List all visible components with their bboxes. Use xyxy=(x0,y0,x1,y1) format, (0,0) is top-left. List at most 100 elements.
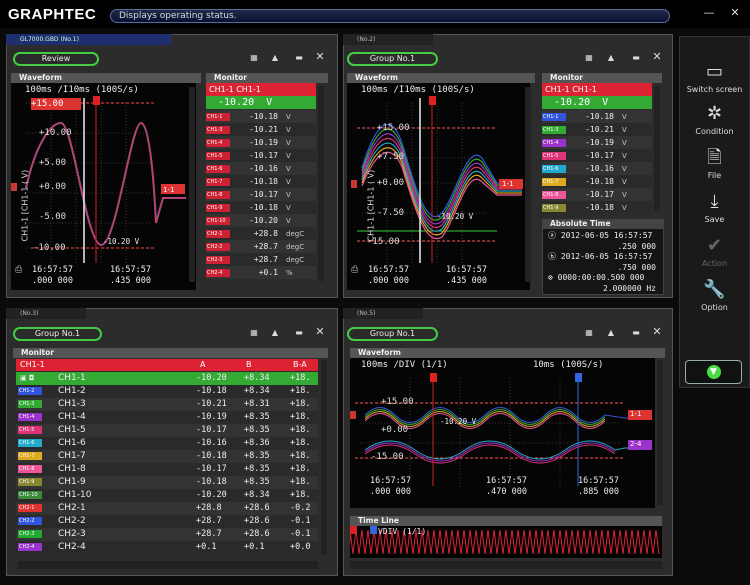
monitor-row[interactable]: CH1-7 -10.18 V xyxy=(206,175,316,188)
table-scrollbar-h[interactable] xyxy=(18,561,318,569)
monitor-row[interactable]: CH1-5 -10.17 V xyxy=(206,149,316,162)
monitor-row[interactable]: CH1-10 -10.20 V xyxy=(206,214,316,227)
waveform-scrollbar-5[interactable] xyxy=(657,360,663,505)
print-icon[interactable]: ⎙ xyxy=(351,265,358,275)
window-icon[interactable]: ▬ xyxy=(293,328,305,338)
table-row-selected[interactable]: ▣ ◘ CH1-1 -10.20 +8.34 +18. xyxy=(16,372,318,385)
group-button-3[interactable]: Group No.1 xyxy=(13,327,102,341)
bell-icon[interactable]: ▲ xyxy=(269,328,281,338)
monitor-row[interactable]: CH1-8 -10.17 V xyxy=(542,188,652,201)
value-a: -10.17 xyxy=(196,425,227,435)
monitor-row[interactable]: CH1-6 -10.16 V xyxy=(206,162,316,175)
monitor-row[interactable]: CH1-3 -10.21 V xyxy=(542,123,652,136)
close-icon[interactable]: ✕ xyxy=(651,326,663,337)
table-row[interactable]: CH1-10 CH1-10 -10.20 +8.34 +18. xyxy=(16,489,318,502)
channel-name: CH1-8 xyxy=(58,464,86,474)
timebase-label: 100ms /I10ms (100S/s) xyxy=(25,85,139,95)
monitor-row[interactable]: CH1-8 -10.17 V xyxy=(206,188,316,201)
table-row[interactable]: CH1-4 CH1-4 -10.19 +8.35 +18. xyxy=(16,411,318,424)
close-button[interactable]: ✕ xyxy=(726,5,744,21)
group-button-5[interactable]: Group No.1 xyxy=(347,327,438,341)
monitor-row[interactable]: CH2-2 +28.7 degC xyxy=(206,240,316,253)
table-row[interactable]: CH1-9 CH1-9 -10.18 +8.35 +18. xyxy=(16,476,318,489)
monitor-row[interactable]: CH1-7 -10.18 V xyxy=(542,175,652,188)
channel-chip: CH1-7 xyxy=(206,177,230,186)
channel-value: -10.19 xyxy=(249,138,278,147)
channel-name: CH1-9 xyxy=(58,477,86,487)
channel-name: CH2-2 xyxy=(58,516,86,526)
waveform-scrollbar-2[interactable] xyxy=(525,87,531,282)
review-button[interactable]: Review xyxy=(13,52,99,66)
monitor-row[interactable]: CH1-9 -10.18 V xyxy=(206,201,316,214)
channel-value: +0.1 xyxy=(258,268,278,277)
value-b-minus-a: +18. xyxy=(290,373,311,383)
channel-chip: CH1-2 xyxy=(18,387,42,395)
value-b-minus-a: +18. xyxy=(290,399,311,409)
close-icon[interactable]: ✕ xyxy=(651,51,663,62)
status-bar: Displays operating status. xyxy=(110,9,670,23)
channel-value: -10.21 xyxy=(249,125,278,134)
ytick-4: -5.00 xyxy=(39,212,67,222)
group-button-2[interactable]: Group No.1 xyxy=(347,52,438,66)
y-axis-label-2: CH1-1 [CH1-1 ( V) xyxy=(366,169,376,242)
monitor-row[interactable]: CH1-6 -10.16 V xyxy=(542,162,652,175)
monitor-row[interactable]: CH2-3 +28.7 degC xyxy=(206,253,316,266)
close-icon[interactable]: ✕ xyxy=(314,326,326,337)
monitor-list-2: CH1-1 -10.18 V CH1-3 -10.21 V CH1-4 -10.19 V CH1-… xyxy=(542,110,652,214)
scroll-down-button[interactable]: ▼ xyxy=(685,360,742,384)
pane3-tab[interactable]: (No.3) xyxy=(6,308,86,319)
monitor-row[interactable]: CH1-3 -10.21 V xyxy=(206,123,316,136)
monitor-row[interactable]: CH1-4 -10.19 V xyxy=(542,136,652,149)
table-row[interactable]: CH1-2 CH1-2 -10.18 +8.34 +18. xyxy=(16,385,318,398)
table-row[interactable]: CH1-7 CH1-7 -10.18 +8.35 +18. xyxy=(16,450,318,463)
value-a: -10.19 xyxy=(196,412,227,422)
window-icon[interactable]: ▬ xyxy=(630,53,642,63)
table-row[interactable]: CH1-6 CH1-6 -10.16 +8.36 +18. xyxy=(16,437,318,450)
layout-icon[interactable]: ▦ xyxy=(248,328,260,338)
monitor-row[interactable]: CH1-1 -10.18 V xyxy=(542,110,652,123)
monitor-row[interactable]: CH1-1 -10.18 V xyxy=(206,110,316,123)
channel-unit: V xyxy=(622,204,627,212)
timeline-scrollbar[interactable] xyxy=(350,561,662,569)
table-row[interactable]: CH1-8 CH1-8 -10.17 +8.35 +18. xyxy=(16,463,318,476)
bell-icon[interactable]: ▲ xyxy=(605,328,617,338)
time-mid-5: 16:57:57.470 000 xyxy=(486,476,527,497)
pane4-tab[interactable]: (No.5) xyxy=(343,308,423,319)
ch-tag-5-1: 1-1 xyxy=(630,410,642,418)
timebase-right-5: 10ms (100S/s) xyxy=(533,360,604,370)
table-row[interactable]: CH2-3 CH2-3 +28.7 +28.6 -0.1 xyxy=(16,528,318,541)
window-icon[interactable]: ▬ xyxy=(293,53,305,63)
monitor-channel-head-2: CH1-1 CH1-1 xyxy=(542,83,652,96)
bell-icon[interactable]: ▲ xyxy=(605,53,617,63)
close-icon[interactable]: ✕ xyxy=(314,51,326,62)
table-row[interactable]: CH2-1 CH2-1 +28.8 +28.6 -0.2 xyxy=(16,502,318,515)
print-icon[interactable]: ⎙ xyxy=(15,265,22,275)
minimize-button[interactable]: — xyxy=(700,5,718,21)
monitor-row[interactable]: CH1-4 -10.19 V xyxy=(206,136,316,149)
monitor-scrollbar-2[interactable] xyxy=(654,86,660,211)
channel-chip: CH1-4 xyxy=(206,138,230,147)
layout-icon[interactable]: ▦ xyxy=(248,53,260,63)
channel-unit: % xyxy=(286,269,293,277)
bell-icon[interactable]: ▲ xyxy=(269,53,281,63)
table-scrollbar-v[interactable] xyxy=(321,360,327,555)
window-icon[interactable]: ▬ xyxy=(630,328,642,338)
monitor-row[interactable]: CH1-9 -10.18 V xyxy=(542,201,652,214)
layout-icon[interactable]: ▦ xyxy=(583,328,595,338)
monitor-scrollbar[interactable] xyxy=(318,86,324,281)
monitor-row[interactable]: CH1-5 -10.17 V xyxy=(542,149,652,162)
table-row[interactable]: CH1-5 CH1-5 -10.17 +8.35 +18. xyxy=(16,424,318,437)
value-a: -10.20 xyxy=(196,490,227,500)
monitor-row[interactable]: CH2-1 +28.8 degC xyxy=(206,227,316,240)
option-button[interactable]: 🔧 Option xyxy=(680,273,749,327)
value-b-minus-a: +18. xyxy=(290,438,311,448)
value-b: +8.34 xyxy=(244,386,270,396)
table-row[interactable]: CH2-2 CH2-2 +28.7 +28.6 -0.1 xyxy=(16,515,318,528)
layout-icon[interactable]: ▦ xyxy=(583,53,595,63)
table-row[interactable]: CH2-4 CH2-4 +0.1 +0.1 +0.0 xyxy=(16,541,318,554)
table-row[interactable]: CH1-3 CH1-3 -10.21 +8.31 +18. xyxy=(16,398,318,411)
pane1-tab[interactable]: GL7000.GBD (No.1) xyxy=(6,34,171,45)
pane2-tab[interactable]: (No.2) xyxy=(343,34,433,45)
monitor-row[interactable]: CH2-4 +0.1% xyxy=(206,266,316,279)
waveform-scrollbar[interactable] xyxy=(189,87,195,282)
